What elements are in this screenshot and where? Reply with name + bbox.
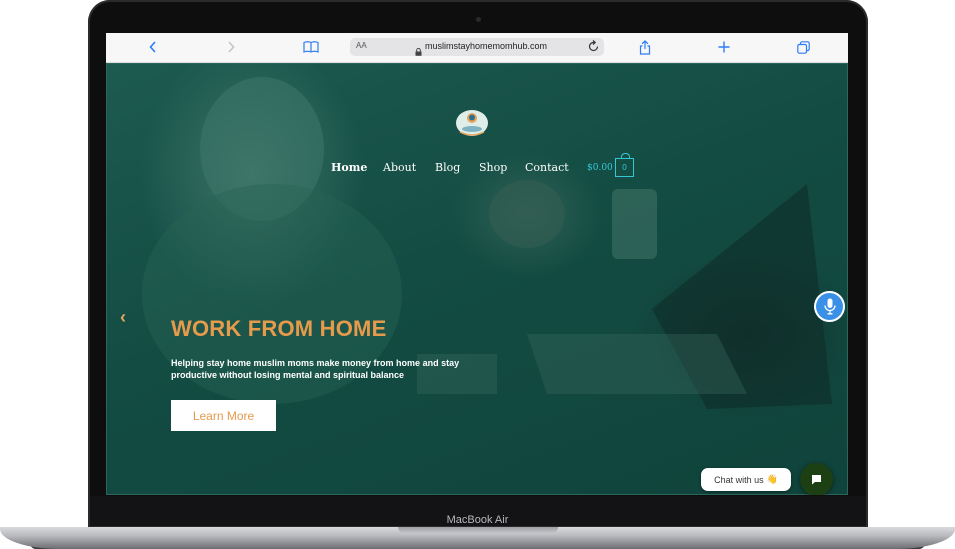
slider-prev-arrow[interactable]: ‹	[120, 307, 126, 328]
tabs-icon[interactable]	[795, 38, 811, 56]
nav-blog[interactable]: Blog	[435, 161, 460, 174]
chat-label: Chat with us	[714, 474, 764, 485]
wave-emoji: 👋	[766, 474, 778, 484]
site-logo[interactable]	[455, 108, 489, 138]
reload-icon[interactable]	[588, 39, 600, 58]
screen: AA muslimstayhomemomhub.com Home About B…	[106, 33, 848, 495]
share-icon[interactable]	[637, 38, 653, 56]
address-bar[interactable]: AA muslimstayhomemomhub.com	[350, 38, 604, 56]
camera-dot	[476, 17, 481, 22]
nav-shop[interactable]: Shop	[479, 161, 507, 174]
nav-home[interactable]: Home	[331, 161, 367, 174]
model-label: MacBook Air	[446, 514, 509, 526]
cart-bag-icon[interactable]: 0	[615, 153, 634, 177]
hero-headline: WORK FROM HOME	[171, 316, 387, 341]
voice-assistant-button[interactable]	[814, 291, 845, 322]
microphone-icon	[823, 298, 836, 315]
hero-section: Home About Blog Shop Contact $0.00 0 ‹ W…	[106, 63, 848, 495]
hero-subtext: Helping stay home muslim moms make money…	[171, 358, 460, 380]
chevron-right-icon[interactable]	[224, 38, 238, 56]
nav-about[interactable]: About	[383, 161, 416, 174]
text-size-button[interactable]: AA	[356, 41, 367, 50]
laptop-notch	[398, 527, 558, 534]
cart-total[interactable]: $0.00	[587, 163, 613, 173]
chevron-left-icon[interactable]	[146, 38, 160, 56]
cart-count: 0	[622, 163, 627, 172]
book-icon[interactable]	[301, 38, 321, 56]
browser-toolbar: AA muslimstayhomemomhub.com	[106, 33, 848, 63]
chat-bubble-icon	[812, 475, 821, 485]
learn-more-button[interactable]: Learn More	[171, 400, 276, 431]
lock-icon	[415, 43, 422, 61]
url-text: muslimstayhomemomhub.com	[425, 41, 548, 51]
main-nav: Home About Blog Shop Contact	[107, 161, 848, 181]
chat-prompt-pill[interactable]: Chat with us 👋	[701, 468, 791, 491]
nav-contact[interactable]: Contact	[525, 161, 569, 174]
plus-icon[interactable]	[716, 38, 732, 56]
chat-open-button[interactable]	[800, 463, 833, 495]
